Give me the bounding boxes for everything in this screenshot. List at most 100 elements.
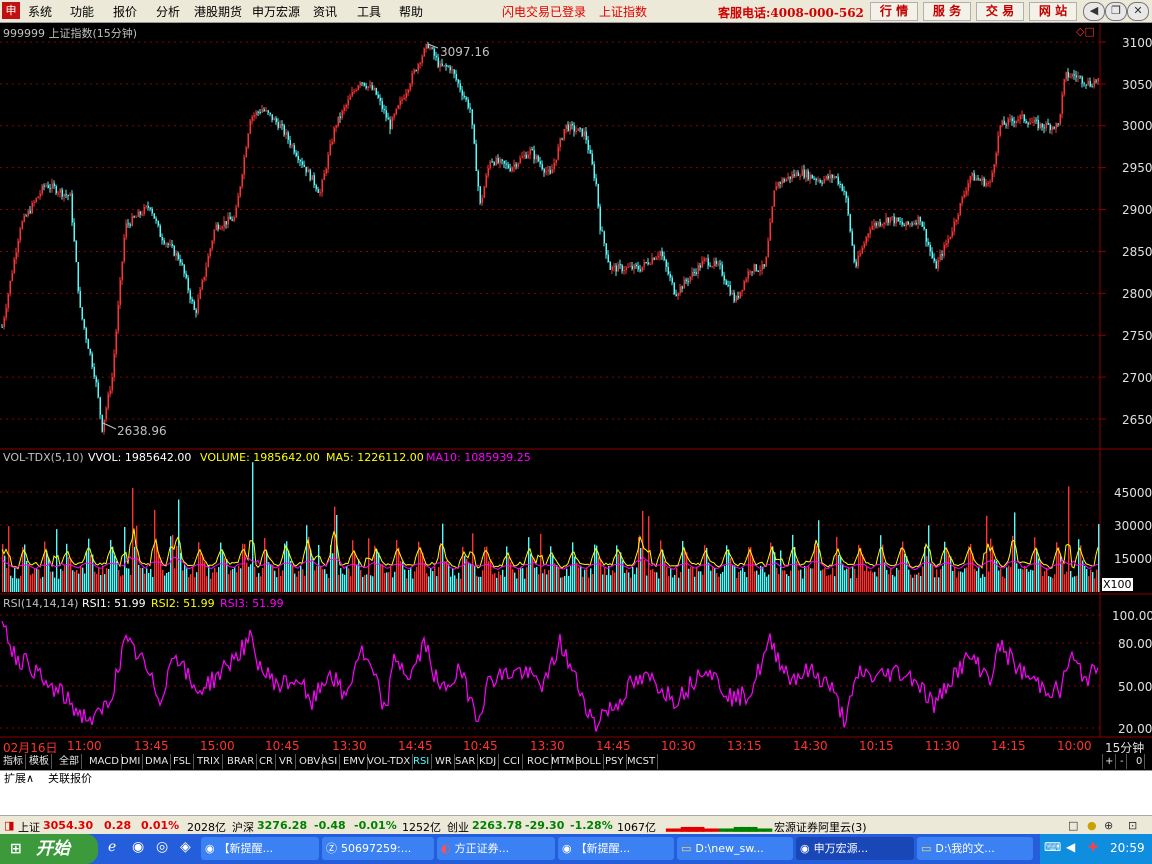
candle-body [449, 66, 451, 71]
taskbar-item[interactable]: ◉ 【新提醒... [201, 837, 319, 860]
volume-bar [216, 572, 218, 592]
volume-bar [992, 545, 994, 592]
candle-body [43, 185, 45, 187]
candle-body [557, 146, 559, 160]
volume-bar [764, 572, 766, 592]
browser-icon[interactable]: ◉ [132, 839, 144, 855]
candle-body [737, 295, 739, 298]
indicator-tab-mcst[interactable]: MCST [625, 754, 659, 769]
volume-bar [544, 569, 546, 592]
volume-bar [310, 549, 312, 592]
indicator-tab-psy[interactable]: PSY [603, 754, 627, 769]
candle-body [957, 215, 959, 221]
candle-body [561, 138, 563, 140]
server-name[interactable]: 宏源证券阿里云(3) [774, 819, 867, 835]
volume-bar [1082, 560, 1084, 592]
indicator-tab-kdj[interactable]: KDJ [477, 754, 500, 769]
keyboard-icon[interactable]: ⌨ [1044, 840, 1061, 854]
start-button[interactable]: ⊞ 开始 [0, 834, 98, 864]
candle-body [221, 226, 223, 229]
candle-body [163, 240, 165, 244]
related-quotes-tab[interactable]: 关联报价 [48, 771, 92, 786]
indicator-tab-fsl[interactable]: FSL [171, 754, 194, 769]
lock-icon[interactable]: ⊡ [1128, 819, 1137, 832]
candle-body [1035, 119, 1037, 121]
indicator-tab-dma[interactable]: DMA [143, 754, 172, 769]
volume-bar [932, 564, 934, 592]
volume-bar [636, 567, 638, 592]
window-icon[interactable]: □ [1068, 819, 1078, 832]
volume-bar [126, 568, 128, 592]
indicator-tab-brar[interactable]: BRAR [225, 754, 258, 769]
volume-indicator-name[interactable]: VOL-TDX(5,10) [3, 451, 84, 464]
indicator-tab-指标[interactable]: 指标 [1, 754, 26, 769]
zoom-out-button[interactable]: - [1118, 754, 1127, 769]
volume-bar [712, 565, 714, 592]
candle-body [669, 274, 671, 278]
indicator-tab-asi[interactable]: ASI [319, 754, 341, 769]
indicator-tab-vr[interactable]: VR [277, 754, 296, 769]
browser2-icon[interactable]: ◎ [156, 839, 168, 855]
arrow-icon[interactable]: ◀ [1066, 840, 1075, 854]
taskbar-item[interactable]: ◐ 方正证券... [437, 837, 555, 860]
indicator-tab-wr[interactable]: WR [433, 754, 455, 769]
indicator-tab-vol-tdx[interactable]: VOL-TDX [365, 754, 414, 769]
ma10-value: MA10: 1085939.25 [426, 451, 531, 464]
indicator-tab-dmi[interactable]: DMI [119, 754, 144, 769]
expand-tab[interactable]: 扩展∧ [4, 771, 34, 786]
candle-body [1007, 118, 1009, 126]
taskbar-item[interactable]: ▭ D:\new_sw... [677, 837, 793, 860]
ie-icon[interactable]: ℯ [108, 839, 116, 855]
indicator-tab-emv[interactable]: EMV [341, 754, 368, 769]
candle-body [31, 202, 33, 214]
taskbar-item[interactable]: Ⓩ 50697259:... [322, 837, 434, 860]
taskbar-item[interactable]: ◉ 【新提醒... [558, 837, 674, 860]
volume-bar [956, 577, 958, 592]
volume-bar [678, 577, 680, 592]
indicator-tab-rsi[interactable]: RSI [411, 754, 433, 769]
rsi-indicator-name[interactable]: RSI(14,14,14) [3, 597, 78, 610]
network-icon[interactable]: ✚ [1088, 840, 1098, 854]
candle-body [925, 229, 927, 242]
zoom-in-button[interactable]: + [1102, 754, 1117, 769]
indicator-tab-roc[interactable]: ROC [525, 754, 552, 769]
candle-body [351, 92, 353, 97]
notice-icon[interactable]: ● [1087, 819, 1097, 832]
candle-body [837, 176, 839, 184]
volume-bar [856, 577, 858, 592]
candle-body [889, 217, 891, 223]
volume-bar [80, 565, 82, 592]
reset-button[interactable]: 0 [1134, 754, 1146, 769]
signal-icon[interactable]: ⊕ [1104, 819, 1113, 832]
candle-body [671, 277, 673, 283]
candle-body [997, 135, 999, 154]
candle-body [485, 175, 487, 188]
indicator-tab-trix[interactable]: TRIX [195, 754, 223, 769]
candle-body [987, 182, 989, 184]
indicator-tab-模板[interactable]: 模板 [27, 754, 52, 769]
volume-bar [504, 576, 506, 592]
candle-body [993, 164, 995, 173]
indicator-tab-全部[interactable]: 全部 [57, 754, 82, 769]
indicator-tab-boll[interactable]: BOLL [573, 754, 604, 769]
candle-body [631, 265, 633, 270]
volume-bar [950, 556, 952, 592]
candle-body [697, 265, 699, 274]
candle-body [777, 182, 779, 187]
candle-body [795, 172, 797, 177]
indicator-tab-cr[interactable]: CR [257, 754, 276, 769]
volume-bar [26, 560, 28, 592]
candle-body [39, 193, 41, 197]
candle-body [479, 186, 481, 204]
taskbar-trade-icon: ◐ [441, 842, 451, 855]
taskbar-item[interactable]: ▭ D:\我的文... [917, 837, 1033, 860]
indicator-tab-cci[interactable]: CCI [501, 754, 523, 769]
taskbar-item-active[interactable]: ◉ 申万宏源... [796, 837, 914, 860]
indicator-tab-sar[interactable]: SAR [453, 754, 479, 769]
media-icon[interactable]: ◈ [180, 839, 191, 855]
alert-icon[interactable]: ◨ [4, 819, 14, 832]
candle-body [289, 139, 291, 146]
volume-bar [942, 565, 944, 592]
indicator-tab-macd[interactable]: MACD [87, 754, 122, 769]
candle-body [699, 265, 701, 268]
